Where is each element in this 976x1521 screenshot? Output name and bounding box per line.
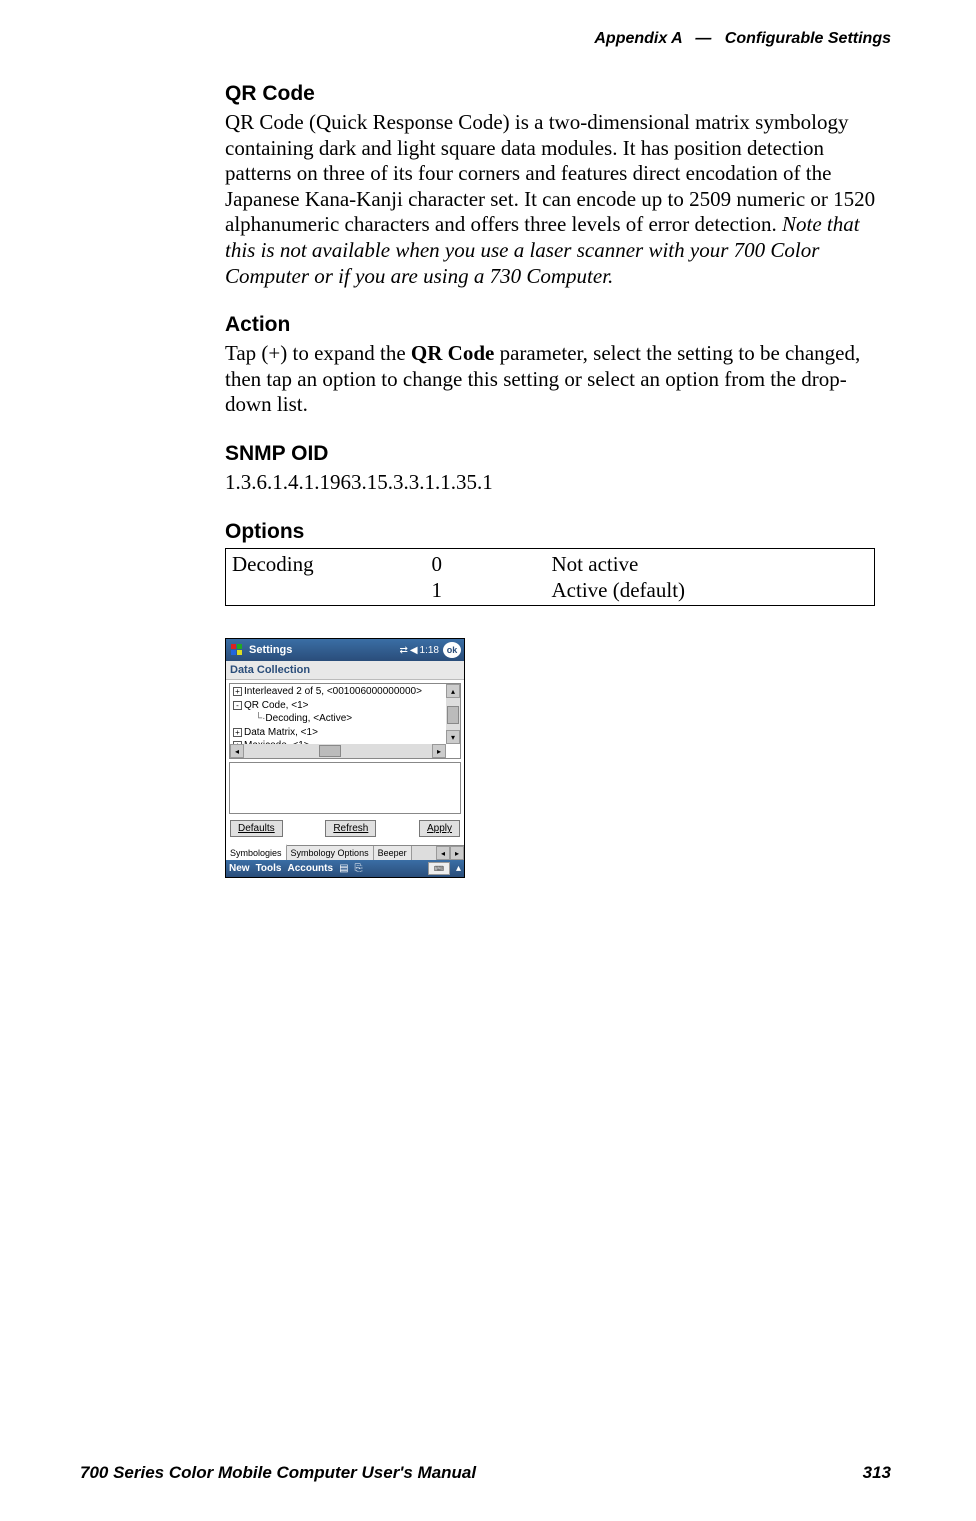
scroll-left-icon[interactable]: ◂ [230, 744, 244, 758]
windows-flag-icon[interactable] [229, 642, 245, 658]
menu-up-icon[interactable]: ▴ [456, 863, 461, 874]
heading-snmp: SNMP OID [225, 442, 885, 466]
scroll-thumb[interactable] [319, 745, 341, 757]
tab-symbologies[interactable]: Symbologies [226, 844, 287, 860]
snmp-value: 1.3.6.1.4.1.1963.15.3.3.1.1.35.1 [225, 470, 885, 496]
ss-subtitle: Data Collection [226, 661, 464, 680]
table-row: Decoding 0 1 Not active Active (default) [226, 548, 875, 606]
scroll-thumb[interactable] [447, 706, 459, 724]
tree-item: └·Decoding, <Active> [231, 712, 445, 726]
header-appendix: Appendix A [594, 30, 682, 47]
heading-qrcode: QR Code [225, 82, 885, 106]
detail-panel [229, 762, 461, 814]
expand-icon[interactable]: + [233, 687, 242, 696]
menu-tools[interactable]: Tools [256, 863, 282, 874]
heading-action: Action [225, 313, 885, 337]
ss-titlebar: Settings ⇄ ◀ 1:18 ok [226, 639, 464, 661]
footer-manual: 700 Series Color Mobile Computer User's … [80, 1463, 476, 1483]
tree-item: -QR Code, <1> [231, 699, 445, 713]
menu-new[interactable]: New [229, 863, 250, 874]
scroll-right-icon[interactable]: ▸ [432, 744, 446, 758]
device-screenshot: Settings ⇄ ◀ 1:18 ok Data Collection +In… [225, 638, 465, 878]
ss-time: 1:18 [420, 645, 439, 656]
ss-title: Settings [249, 644, 395, 656]
tab-scroll-right-icon[interactable]: ▸ [450, 846, 464, 860]
tab-beeper[interactable]: Beeper [374, 846, 412, 860]
ok-button[interactable]: ok [443, 642, 461, 658]
page-header: Appendix A — Configurable Settings [594, 30, 891, 48]
options-table: Decoding 0 1 Not active Active (default) [225, 548, 875, 607]
connectivity-icon: ⇄ [399, 645, 407, 656]
tab-bar: Symbologies Symbology Options Beeper ◂ ▸ [226, 845, 464, 860]
apply-button[interactable]: Apply [419, 820, 460, 837]
keyboard-icon[interactable]: ⌨ [428, 862, 450, 875]
qrcode-body: QR Code (Quick Response Code) is a two-d… [225, 110, 885, 289]
action-body: Tap (+) to expand the QR Code parameter,… [225, 341, 885, 418]
volume-icon: ◀ [410, 645, 418, 656]
footer-page: 313 [863, 1463, 891, 1483]
ss-status: ⇄ ◀ 1:18 [399, 645, 439, 656]
tab-symbology-options[interactable]: Symbology Options [287, 846, 374, 860]
collapse-icon[interactable]: - [233, 701, 242, 710]
header-title: Configurable Settings [725, 30, 891, 47]
tab-scroll-left-icon[interactable]: ◂ [436, 846, 450, 860]
refresh-button[interactable]: Refresh [325, 820, 376, 837]
tree-item: +Data Matrix, <1> [231, 726, 445, 740]
defaults-button[interactable]: Defaults [230, 820, 283, 837]
vertical-scrollbar[interactable]: ▴ ▾ [446, 684, 460, 744]
menu-accounts[interactable]: Accounts [288, 863, 334, 874]
content-body: QR Code QR Code (Quick Response Code) is… [225, 82, 885, 878]
opt-descs: Not active Active (default) [546, 548, 875, 606]
opt-param: Decoding [226, 548, 426, 606]
doc-icon[interactable]: ▤ [339, 863, 348, 874]
scroll-down-icon[interactable]: ▾ [446, 730, 460, 744]
menu-bar: New Tools Accounts ▤ ⎘ ⌨ ▴ [226, 860, 464, 877]
button-row: Defaults Refresh Apply [226, 817, 464, 845]
scroll-up-icon[interactable]: ▴ [446, 684, 460, 698]
horizontal-scrollbar[interactable]: ◂ ▸ [230, 744, 446, 758]
expand-icon[interactable]: + [233, 728, 242, 737]
heading-options: Options [225, 520, 885, 544]
copy-icon[interactable]: ⎘ [355, 863, 363, 874]
header-sep: — [695, 30, 711, 47]
tree-view[interactable]: +Interleaved 2 of 5, <001006000000000> -… [229, 683, 461, 759]
page-footer: 700 Series Color Mobile Computer User's … [80, 1463, 891, 1483]
opt-codes: 0 1 [426, 548, 546, 606]
tree-item: +Interleaved 2 of 5, <001006000000000> [231, 685, 445, 699]
